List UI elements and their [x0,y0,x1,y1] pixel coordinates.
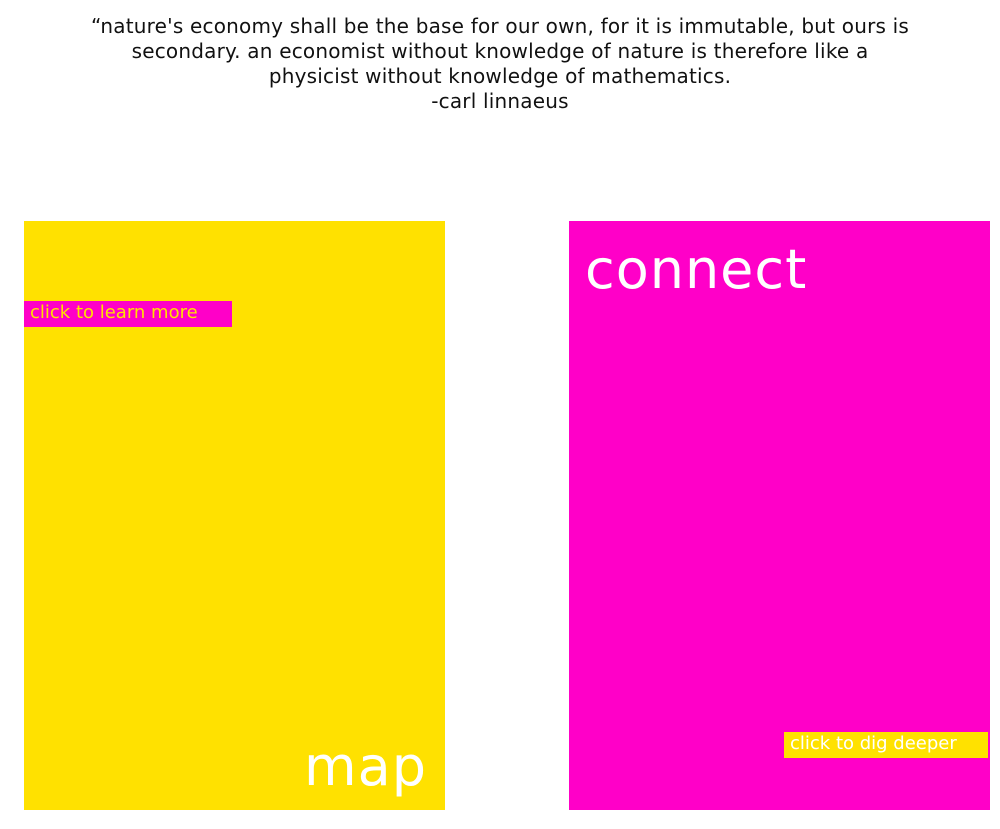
quote-block: “nature's economy shall be the base for … [0,14,1000,114]
dig-deeper-link[interactable]: click to dig deeper [784,732,988,758]
quote-line-3: physicist without knowledge of mathemati… [268,64,732,88]
quote-attribution: -carl linnaeus [431,89,569,113]
map-card[interactable]: click to learn more map [24,221,445,810]
quote-line-1: “nature's economy shall be the base for … [90,14,910,38]
connect-card-title: connect [585,238,808,301]
quote-line-2: secondary. an economist without knowledg… [131,39,869,63]
learn-more-link[interactable]: click to learn more [24,301,232,327]
connect-card[interactable]: connect click to dig deeper [569,221,990,810]
map-card-title: map [304,735,427,798]
